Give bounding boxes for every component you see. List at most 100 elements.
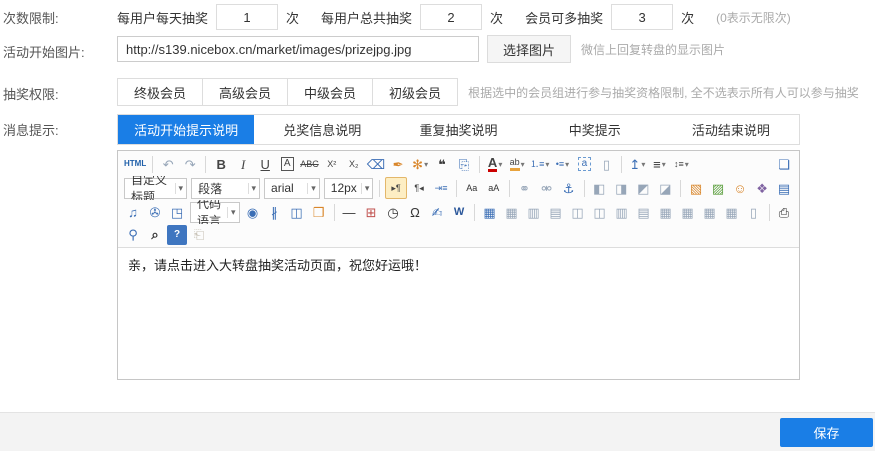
- tab-activity-end[interactable]: 活动结束说明: [663, 115, 799, 144]
- superscript-button[interactable]: X²: [322, 154, 342, 174]
- new-document-icon[interactable]: ▯: [596, 154, 616, 174]
- alignment-icon[interactable]: ≡▾: [649, 154, 669, 174]
- paint-palette-icon[interactable]: ❖: [752, 178, 772, 198]
- preview-icon[interactable]: ⚲: [123, 225, 143, 245]
- member-extra-input[interactable]: [611, 4, 673, 30]
- tab-winning-tip[interactable]: 中奖提示: [527, 115, 663, 144]
- ltr-icon[interactable]: ▸¶: [385, 177, 407, 199]
- fullscreen-icon[interactable]: ❏: [774, 154, 794, 174]
- undo-icon[interactable]: ↶: [158, 154, 178, 174]
- movie-icon[interactable]: ▤: [774, 178, 794, 198]
- image-align-none-icon[interactable]: ◪: [655, 178, 675, 198]
- message-tabs: 活动开始提示说明 兑奖信息说明 重复抽奖说明 中奖提示 活动结束说明: [117, 114, 800, 145]
- editor-toolbar: HTML↶↷BIUAABCX²X₂⌫✒✻▾❝⎘A▾ab▾⒈≡▾•≡▾a▯↥▾≡▾…: [118, 151, 799, 248]
- magic-clean-icon[interactable]: ✻▾: [410, 154, 430, 174]
- editor-content-area[interactable]: 亲，请点击进入大转盘抽奖活动页面，祝您好运哦！: [118, 248, 799, 379]
- blockquote-icon[interactable]: ❝: [432, 154, 452, 174]
- split-cells-icon[interactable]: ▦: [678, 202, 698, 222]
- paragraph-space-icon[interactable]: ↥▾: [627, 154, 647, 174]
- upload-image-icon[interactable]: ▨: [708, 178, 728, 198]
- font-attr-button[interactable]: A: [277, 154, 297, 174]
- calendar-icon[interactable]: ⊞: [361, 202, 381, 222]
- member-group-button-ultimate[interactable]: 终极会员: [117, 78, 203, 106]
- image-url-input[interactable]: [117, 36, 479, 62]
- word-paste-icon[interactable]: W: [449, 202, 469, 222]
- image-align-right-icon[interactable]: ◩: [633, 178, 653, 198]
- anchor-a-icon[interactable]: a: [574, 154, 594, 174]
- merge-cells-icon[interactable]: ▦: [656, 202, 676, 222]
- strikethrough-button[interactable]: ABC: [299, 154, 320, 174]
- per-day-input[interactable]: [216, 4, 278, 30]
- redo-icon[interactable]: ↷: [180, 154, 200, 174]
- lowercase-icon[interactable]: aA: [484, 178, 504, 198]
- uppercase-icon[interactable]: Aa: [462, 178, 482, 198]
- special-char-icon[interactable]: Ω: [405, 202, 425, 222]
- font-size-select[interactable]: 12px▾: [324, 178, 374, 199]
- tab-redeem-info[interactable]: 兑奖信息说明: [254, 115, 390, 144]
- clock-icon[interactable]: ◷: [383, 202, 403, 222]
- member-group-button-senior[interactable]: 高级会员: [202, 78, 288, 106]
- find-replace-icon[interactable]: ⌕: [145, 225, 165, 245]
- music-icon[interactable]: ♫: [123, 202, 143, 222]
- insert-file-icon[interactable]: ❒: [309, 202, 329, 222]
- draw-permission-label: 抽奖权限:: [3, 84, 59, 103]
- toolbar-row-3: ♫✇◳代码语言▾◉∦◫❒—⊞◷Ω✍W▦▦▥▤◫◫▥▤▦▦▦▦▯⎙: [122, 200, 795, 224]
- format-brush-icon[interactable]: ✒: [388, 154, 408, 174]
- insert-table-icon[interactable]: ▦: [480, 202, 500, 222]
- remove-format-icon[interactable]: ⌫: [366, 154, 386, 174]
- save-button[interactable]: 保存: [780, 418, 873, 447]
- ordered-list-button[interactable]: ⒈≡▾: [529, 154, 550, 174]
- image-align-left-icon[interactable]: ◧: [589, 178, 609, 198]
- delete-col-icon[interactable]: ▤: [634, 202, 654, 222]
- image-icon[interactable]: ▧: [686, 178, 706, 198]
- html-source-button[interactable]: HTML: [123, 154, 147, 174]
- attachment-icon[interactable]: ✇: [145, 202, 165, 222]
- link-icon[interactable]: ⚭: [515, 178, 535, 198]
- paste-plain-icon[interactable]: ⎘: [454, 154, 474, 174]
- paste-disabled-icon[interactable]: ⎗: [189, 225, 209, 245]
- table-prop-icon[interactable]: ▥: [524, 202, 544, 222]
- unlink-icon[interactable]: ⚮: [537, 178, 557, 198]
- paragraph-format-select[interactable]: 段落▾: [191, 178, 260, 199]
- image-align-center-icon[interactable]: ◨: [611, 178, 631, 198]
- tab-activity-start-tip[interactable]: 活动开始提示说明: [118, 115, 254, 144]
- insert-col-icon[interactable]: ▥: [612, 202, 632, 222]
- unordered-list-button[interactable]: •≡▾: [552, 154, 572, 174]
- subscript-button[interactable]: X₂: [344, 154, 364, 174]
- start-image-hint: 微信上回复转盘的显示图片: [581, 41, 725, 58]
- highlight-color-button[interactable]: ab▾: [507, 154, 527, 174]
- line-height-icon[interactable]: ↕≡▾: [671, 154, 691, 174]
- font-color-button[interactable]: A▾: [485, 154, 505, 174]
- row-span-icon[interactable]: ▦: [700, 202, 720, 222]
- anchor-icon[interactable]: ⚓: [559, 178, 579, 198]
- total-input[interactable]: [420, 4, 482, 30]
- insert-code-icon[interactable]: ◉: [243, 202, 263, 222]
- emoticon-icon[interactable]: ☺: [730, 178, 750, 198]
- italic-button[interactable]: I: [233, 154, 253, 174]
- print-icon[interactable]: ⎙: [774, 202, 794, 222]
- help-icon[interactable]: ?: [167, 225, 187, 245]
- choose-image-button[interactable]: 选择图片: [487, 35, 571, 63]
- rtl-icon[interactable]: ¶◂: [409, 178, 429, 198]
- horizontal-rule-icon[interactable]: —: [339, 202, 359, 222]
- flash-media-icon[interactable]: ◳: [167, 202, 187, 222]
- member-group-button-middle[interactable]: 中级会员: [287, 78, 373, 106]
- font-family-select[interactable]: arial▾: [264, 178, 320, 199]
- tab-repeat-draw[interactable]: 重复抽奖说明: [390, 115, 526, 144]
- chevron-down-icon: ▾: [641, 160, 645, 169]
- heading-style-select[interactable]: 自定义标题▾: [124, 178, 187, 199]
- page-template-icon[interactable]: ▯: [744, 202, 764, 222]
- delete-table-icon[interactable]: ▦: [502, 202, 522, 222]
- code-language-select[interactable]: 代码语言▾: [190, 202, 240, 223]
- member-group-button-junior[interactable]: 初级会员: [372, 78, 458, 106]
- delete-row-icon[interactable]: ◫: [590, 202, 610, 222]
- annotation-icon[interactable]: ✍: [427, 202, 447, 222]
- insert-row-icon[interactable]: ◫: [568, 202, 588, 222]
- bold-button[interactable]: B: [211, 154, 231, 174]
- underline-button[interactable]: U: [255, 154, 275, 174]
- col-span-icon[interactable]: ▦: [722, 202, 742, 222]
- multi-column-icon[interactable]: ◫: [287, 202, 307, 222]
- first-line-indent-icon[interactable]: ⇥≡: [431, 178, 451, 198]
- page-break-icon[interactable]: ∦: [265, 202, 285, 222]
- cell-prop-icon[interactable]: ▤: [546, 202, 566, 222]
